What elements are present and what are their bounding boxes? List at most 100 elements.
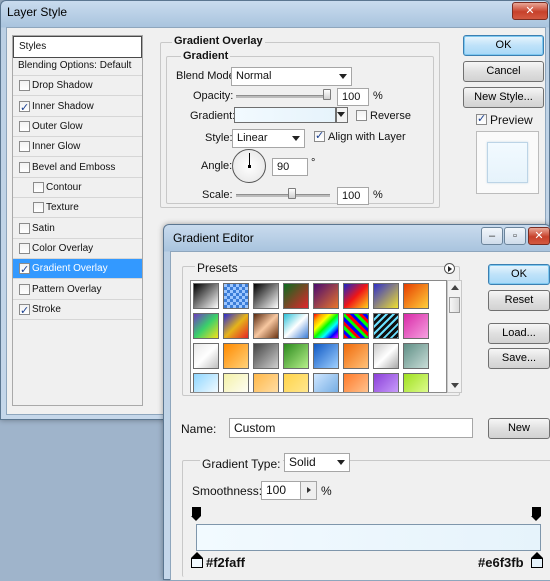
preset-swatch[interactable] <box>253 313 279 339</box>
gradient-type-select[interactable]: Solid <box>284 453 350 472</box>
style-item-satin[interactable]: Satin <box>13 219 142 239</box>
preset-swatch[interactable] <box>223 283 249 309</box>
smoothness-input[interactable]: 100 <box>261 481 317 500</box>
style-item-drop-shadow[interactable]: Drop Shadow <box>13 76 142 96</box>
style-item-inner-glow[interactable]: Inner Glow <box>13 137 142 157</box>
preset-swatch[interactable] <box>373 373 399 392</box>
style-item-blending-options-default[interactable]: Blending Options: Default <box>13 56 142 76</box>
opacity-input[interactable]: 100 <box>337 88 369 106</box>
preset-swatch[interactable] <box>283 343 309 369</box>
smoothness-stepper[interactable] <box>300 482 316 499</box>
style-checkbox[interactable] <box>19 223 30 234</box>
style-checkbox[interactable] <box>19 302 30 321</box>
style-item-stroke[interactable]: Stroke <box>13 300 142 321</box>
preset-swatch[interactable] <box>313 343 339 369</box>
editor-reset-button[interactable]: Reset <box>488 290 550 311</box>
preset-swatch[interactable] <box>193 343 219 369</box>
editor-load-button[interactable]: Load... <box>488 323 550 344</box>
style-item-color-overlay[interactable]: Color Overlay <box>13 239 142 259</box>
preset-swatch[interactable] <box>403 343 429 369</box>
style-item-pattern-overlay[interactable]: Pattern Overlay <box>13 280 142 300</box>
preset-swatch[interactable] <box>223 313 249 339</box>
close-icon[interactable]: ✕ <box>528 227 550 245</box>
style-item-styles[interactable]: Styles <box>13 36 142 58</box>
maximize-icon[interactable]: ▫ <box>504 227 526 245</box>
style-checkbox[interactable] <box>19 80 30 91</box>
preset-swatch[interactable] <box>403 313 429 339</box>
opacity-stop-right[interactable] <box>531 507 543 521</box>
style-checkbox[interactable] <box>19 162 30 173</box>
preset-swatch[interactable] <box>403 283 429 309</box>
new-style-button[interactable]: New Style... <box>463 87 544 108</box>
preset-swatch[interactable] <box>283 283 309 309</box>
style-item-contour[interactable]: Contour <box>13 178 142 198</box>
angle-dial[interactable] <box>232 149 266 183</box>
style-checkbox[interactable] <box>19 284 30 295</box>
opacity-slider-thumb[interactable] <box>323 89 331 100</box>
style-checkbox[interactable] <box>19 261 30 280</box>
reverse-checkbox[interactable] <box>356 110 367 121</box>
style-item-gradient-overlay[interactable]: Gradient Overlay <box>13 259 142 280</box>
preset-swatch[interactable] <box>223 343 249 369</box>
preset-swatch[interactable] <box>343 343 369 369</box>
presets-scrollbar[interactable] <box>447 280 462 393</box>
scale-input[interactable]: 100 <box>337 187 369 205</box>
preset-swatch[interactable] <box>373 313 399 339</box>
color-stop-left[interactable] <box>191 552 203 568</box>
style-checkbox[interactable] <box>19 99 30 118</box>
presets-menu-icon[interactable] <box>444 263 455 274</box>
preset-swatch[interactable] <box>253 283 279 309</box>
gradient-preview[interactable] <box>234 107 336 123</box>
preset-swatch[interactable] <box>283 313 309 339</box>
style-item-texture[interactable]: Texture <box>13 198 142 218</box>
minimize-icon[interactable]: – <box>481 227 503 245</box>
preset-swatch[interactable] <box>373 283 399 309</box>
preset-swatch[interactable] <box>403 373 429 392</box>
blend-mode-select[interactable]: Normal <box>231 67 352 86</box>
preset-swatch[interactable] <box>253 373 279 392</box>
style-checkbox[interactable] <box>33 182 44 193</box>
preset-swatch[interactable] <box>283 373 309 392</box>
preset-swatch[interactable] <box>343 373 369 392</box>
opacity-stop-left[interactable] <box>191 507 203 521</box>
preview-checkbox[interactable] <box>476 112 487 125</box>
preset-swatch[interactable] <box>373 343 399 369</box>
style-checkbox[interactable] <box>19 121 30 132</box>
gradient-editor-titlebar[interactable]: Gradient Editor – ▫ ✕ <box>164 225 550 249</box>
ok-button[interactable]: OK <box>463 35 544 56</box>
style-item-bevel-and-emboss[interactable]: Bevel and Emboss <box>13 158 142 178</box>
preset-swatch[interactable] <box>193 373 219 392</box>
gradient-dropdown-button[interactable] <box>336 107 348 123</box>
style-item-outer-glow[interactable]: Outer Glow <box>13 117 142 137</box>
style-checkbox[interactable] <box>19 141 30 152</box>
scale-slider[interactable] <box>236 194 330 197</box>
style-checkbox[interactable] <box>19 243 30 254</box>
name-input[interactable]: Custom <box>229 418 473 438</box>
scroll-up-icon[interactable] <box>451 285 459 290</box>
preset-swatch[interactable] <box>313 283 339 309</box>
preset-swatch[interactable] <box>313 313 339 339</box>
style-item-inner-shadow[interactable]: Inner Shadow <box>13 97 142 118</box>
new-gradient-button[interactable]: New <box>488 418 550 439</box>
close-icon[interactable]: ✕ <box>512 2 548 20</box>
color-stop-right[interactable] <box>531 552 543 568</box>
preset-swatch[interactable] <box>343 283 369 309</box>
preset-swatch[interactable] <box>253 343 279 369</box>
preset-swatch[interactable] <box>193 313 219 339</box>
gradient-bar[interactable] <box>196 524 541 551</box>
angle-input[interactable]: 90 <box>272 158 308 176</box>
preset-swatch[interactable] <box>223 373 249 392</box>
editor-ok-button[interactable]: OK <box>488 264 550 285</box>
style-checkbox[interactable] <box>33 202 44 213</box>
scroll-down-icon[interactable] <box>451 383 459 388</box>
preset-swatch[interactable] <box>313 373 339 392</box>
align-with-layer-checkbox[interactable] <box>314 129 325 142</box>
preset-swatch[interactable] <box>193 283 219 309</box>
editor-save-button[interactable]: Save... <box>488 348 550 369</box>
preset-swatch[interactable] <box>343 313 369 339</box>
opacity-slider[interactable] <box>236 95 330 98</box>
cancel-button[interactable]: Cancel <box>463 61 544 82</box>
scale-slider-thumb[interactable] <box>288 188 296 199</box>
scroll-thumb[interactable] <box>449 297 460 313</box>
style-select[interactable]: Linear <box>232 129 305 148</box>
